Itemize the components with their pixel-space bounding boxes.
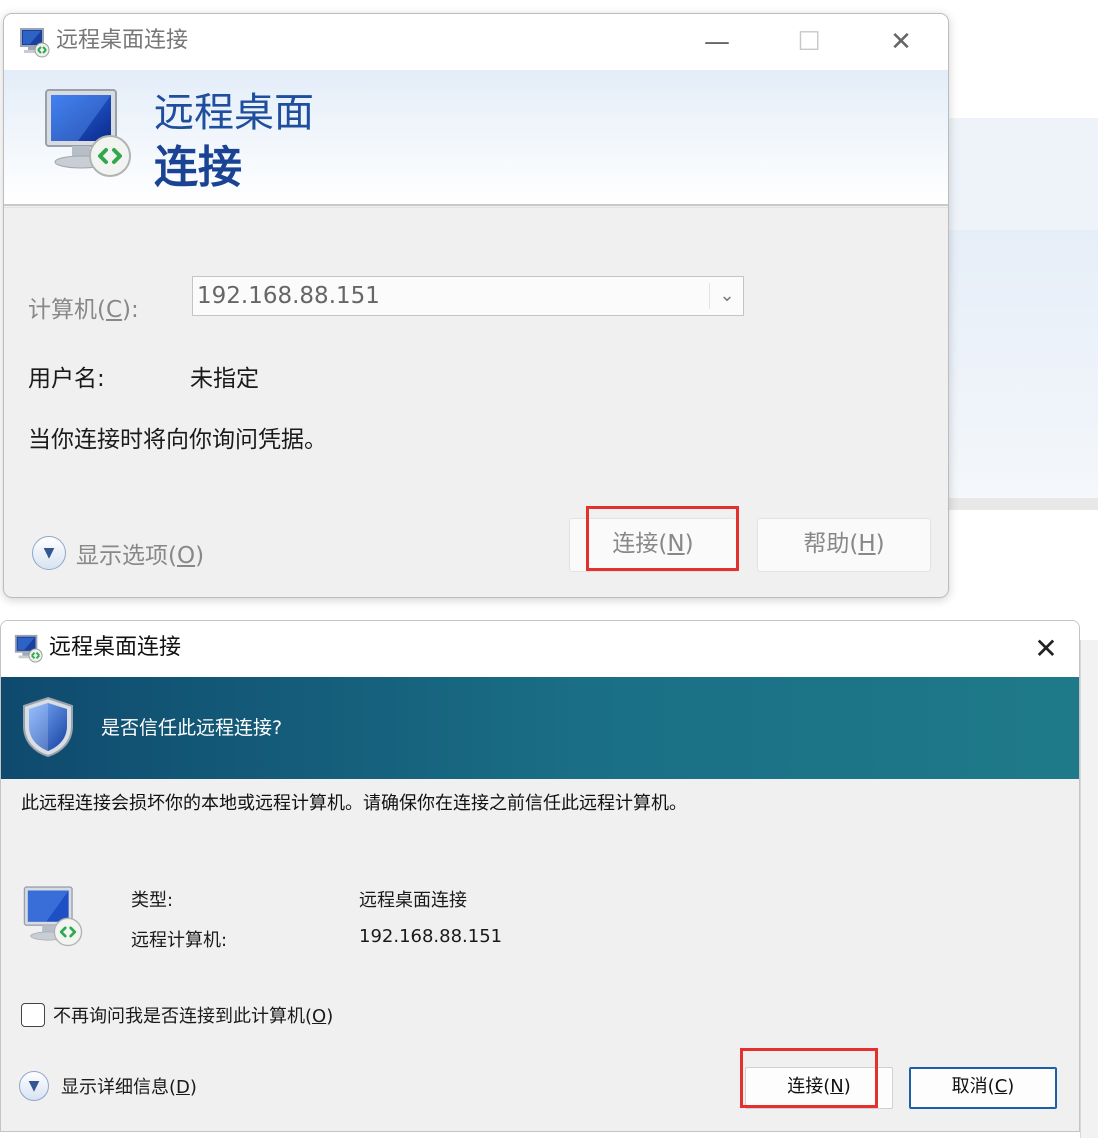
remote-desktop-icon: [45, 89, 131, 177]
heading-line2: 连接: [154, 142, 242, 193]
dont-ask-label[interactable]: 不再询问我是否连接到此计算机(O): [53, 1002, 333, 1028]
close-button[interactable]: ✕: [1023, 631, 1069, 667]
help-button[interactable]: 帮助(H): [757, 518, 931, 572]
connect-button[interactable]: 连接(N): [745, 1067, 893, 1109]
window-title: 远程桌面连接: [49, 635, 182, 660]
divider: [709, 283, 710, 309]
remote-desktop-window: 远程桌面连接 — ☐ ✕ 远程桌面 连接 计算机(C): 192.168.88.…: [3, 13, 949, 598]
divider: [4, 204, 948, 206]
background-window-strip: [1080, 640, 1098, 1138]
show-details-label[interactable]: 显示详细信息(D): [61, 1073, 197, 1099]
chevron-down-icon[interactable]: ▼: [19, 1071, 49, 1101]
show-options-label[interactable]: 显示选项(O): [76, 536, 204, 570]
computer-combobox[interactable]: 192.168.88.151 ⌄: [192, 276, 744, 316]
remote-desktop-icon: [20, 28, 50, 58]
dont-ask-checkbox[interactable]: [21, 1003, 45, 1027]
background-window-strip: [948, 230, 1098, 498]
username-value: 未指定: [190, 366, 259, 392]
connect-button[interactable]: 连接(N): [569, 518, 737, 572]
type-label: 类型:: [131, 890, 174, 911]
cancel-button[interactable]: 取消(C): [909, 1067, 1057, 1109]
remote-computer-label: 远程计算机:: [131, 930, 228, 951]
title-bar: 远程桌面连接 ✕: [1, 621, 1079, 677]
type-value: 远程桌面连接: [359, 890, 467, 911]
remote-computer-value: 192.168.88.151: [359, 926, 503, 947]
divider: [4, 207, 948, 208]
username-label: 用户名:: [28, 366, 105, 392]
background-window-strip: [948, 498, 1098, 510]
maximize-icon: ☐: [797, 27, 821, 57]
window-title: 远程桌面连接: [56, 28, 189, 53]
shield-icon: [23, 696, 73, 758]
background-window-strip: [948, 118, 1098, 230]
title-bar: 远程桌面连接 — ☐ ✕: [4, 14, 948, 70]
chevron-down-icon[interactable]: ⌄: [711, 283, 743, 309]
trust-question: 是否信任此远程连接?: [101, 717, 283, 739]
heading-line1: 远程桌面: [154, 90, 314, 136]
close-button[interactable]: ✕: [878, 24, 924, 60]
trust-dialog-window: 远程桌面连接 ✕ 是否信任此远程连接? 此远程连接会损坏你的本地或远程计算机。请…: [0, 620, 1080, 1132]
header-banner: [4, 70, 948, 204]
close-icon: ✕: [890, 27, 912, 57]
chevron-down-icon[interactable]: ▼: [32, 536, 66, 570]
close-icon: ✕: [1034, 632, 1058, 665]
computer-label: 计算机(C):: [28, 297, 139, 323]
minimize-icon: —: [704, 27, 730, 57]
computer-value[interactable]: 192.168.88.151: [197, 281, 380, 311]
remote-desktop-icon: [23, 886, 83, 947]
warning-text: 此远程连接会损坏你的本地或远程计算机。请确保你在连接之前信任此远程计算机。: [21, 793, 687, 814]
maximize-button[interactable]: ☐: [786, 24, 832, 60]
remote-desktop-icon: [14, 634, 43, 663]
minimize-button[interactable]: —: [694, 24, 740, 60]
credentials-prompt: 当你连接时将向你询问凭据。: [28, 427, 327, 453]
